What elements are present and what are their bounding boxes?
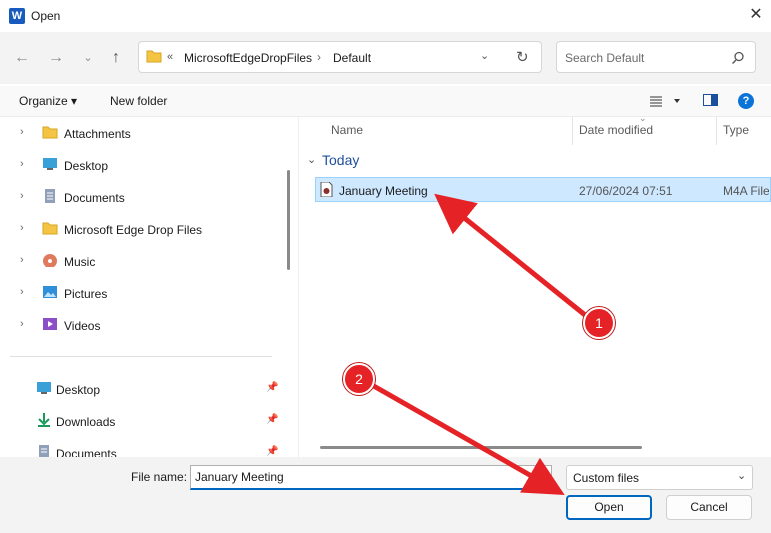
annotation-arrows bbox=[370, 193, 587, 495]
callout-badge-1: 1 bbox=[583, 307, 615, 339]
callout-badge-2: 2 bbox=[343, 363, 375, 395]
arrow-2 bbox=[370, 382, 565, 495]
arrow-1 bbox=[434, 193, 587, 317]
